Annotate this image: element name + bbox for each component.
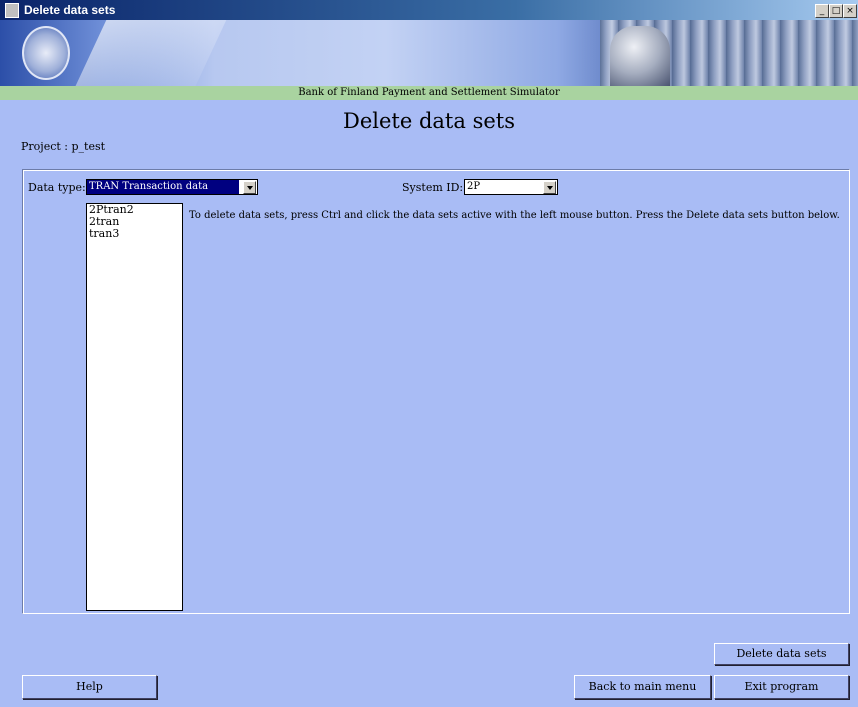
datasets-listbox[interactable]: 2Ptran2 2tran tran3 (86, 203, 183, 611)
instructions-text: To delete data sets, press Ctrl and clic… (189, 210, 840, 221)
system-id-value: 2P (467, 181, 481, 192)
data-type-select[interactable]: TRAN Transaction data (86, 179, 258, 195)
system-id-select[interactable]: 2P (464, 179, 558, 195)
exit-program-button[interactable]: Exit program (714, 675, 849, 699)
title-bar: Delete data sets _ □ × (0, 0, 858, 20)
header-banner (0, 20, 858, 86)
maximize-button[interactable]: □ (829, 4, 843, 18)
statue-image (610, 26, 670, 86)
page-title: Delete data sets (343, 109, 515, 133)
help-button[interactable]: Help (22, 675, 157, 699)
list-item[interactable]: tran3 (87, 228, 182, 240)
coat-of-arms-logo (22, 26, 70, 80)
close-button[interactable]: × (843, 4, 857, 18)
banner-swoosh (64, 20, 236, 86)
delete-data-sets-button[interactable]: Delete data sets (714, 643, 849, 665)
window-title: Delete data sets (24, 3, 116, 17)
system-id-label: System ID: (402, 181, 464, 194)
back-to-main-menu-button[interactable]: Back to main menu (574, 675, 711, 699)
app-icon (5, 3, 19, 18)
data-type-label: Data type: (28, 181, 86, 194)
chevron-down-icon[interactable] (543, 181, 556, 194)
project-label: Project : p_test (21, 140, 106, 153)
minimize-button[interactable]: _ (815, 4, 829, 18)
simulator-subtitle: Bank of Finland Payment and Settlement S… (0, 86, 858, 100)
data-type-value: TRAN Transaction data (87, 180, 239, 194)
chevron-down-icon[interactable] (243, 181, 256, 194)
